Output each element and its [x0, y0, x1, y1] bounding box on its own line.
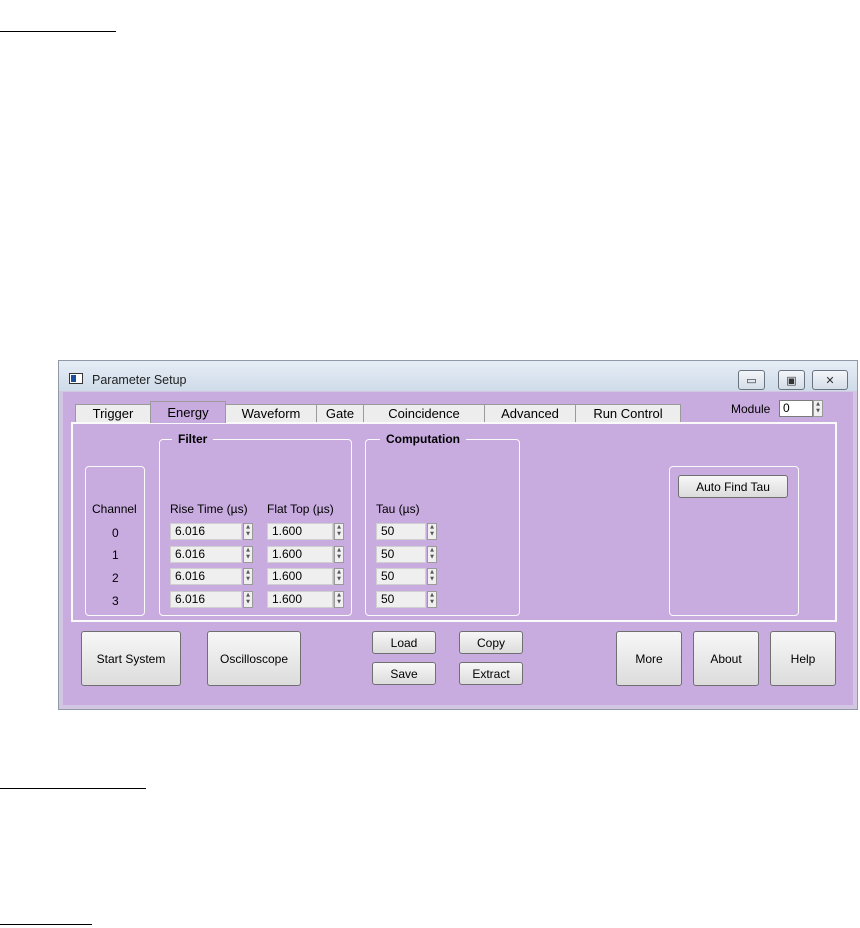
- computation-group: Computation Tau (µs) 50 ▲ ▼ 50 ▲ ▼ 50 ▲ ▼ 5…: [365, 432, 520, 616]
- tab-energy[interactable]: Energy: [150, 401, 226, 423]
- spin-updown-icon[interactable]: ▲ ▼: [243, 568, 253, 585]
- channel-label: 1: [112, 548, 119, 562]
- tab-coincidence[interactable]: Coincidence: [363, 404, 485, 422]
- spin-updown-icon[interactable]: ▲ ▼: [334, 591, 344, 608]
- spin-updown-icon[interactable]: ▲ ▼: [427, 546, 437, 563]
- tab-trigger[interactable]: Trigger: [75, 404, 151, 422]
- module-input[interactable]: 0: [779, 400, 813, 417]
- rise-time-header: Rise Time (µs): [170, 502, 248, 516]
- spin-updown-icon[interactable]: ▲ ▼: [334, 523, 344, 540]
- spin-updown-icon[interactable]: ▲ ▼: [813, 400, 823, 417]
- maximize-icon: ▣: [786, 373, 797, 387]
- tab-gate[interactable]: Gate: [316, 404, 364, 422]
- computation-group-title: Computation: [380, 432, 466, 446]
- tau-header: Tau (µs): [376, 502, 420, 516]
- tau-input[interactable]: 50: [376, 523, 426, 540]
- oscilloscope-button[interactable]: Oscilloscope: [207, 631, 301, 686]
- channel-header: Channel: [92, 502, 137, 516]
- save-button[interactable]: Save: [372, 662, 436, 685]
- rise-time-input[interactable]: 6.016: [170, 523, 242, 540]
- spin-updown-icon[interactable]: ▲ ▼: [334, 568, 344, 585]
- spin-updown-icon[interactable]: ▲ ▼: [243, 546, 253, 563]
- close-icon: ✕: [825, 373, 835, 387]
- flat-top-header: Flat Top (µs): [267, 502, 334, 516]
- tab-run-control[interactable]: Run Control: [575, 404, 681, 422]
- tau-input[interactable]: 50: [376, 591, 426, 608]
- flat-top-input[interactable]: 1.600: [267, 591, 333, 608]
- title-bar[interactable]: Parameter Setup ▭ ▣ ✕: [59, 361, 857, 391]
- extract-button[interactable]: Extract: [459, 662, 523, 685]
- page-underline-bottom: [0, 924, 92, 925]
- tab-waveform[interactable]: Waveform: [225, 404, 317, 422]
- module-label: Module: [731, 402, 771, 416]
- auto-find-tau-group: Auto Find Tau: [669, 466, 799, 616]
- spin-updown-icon[interactable]: ▲ ▼: [427, 568, 437, 585]
- start-system-button[interactable]: Start System: [81, 631, 181, 686]
- tau-input[interactable]: 50: [376, 546, 426, 563]
- filter-group: Filter Rise Time (µs) Flat Top (µs) 6.01…: [159, 432, 352, 616]
- channel-group: Channel 0 1 2 3: [85, 466, 145, 616]
- energy-tab-panel: Channel 0 1 2 3 Filter Rise Time (µs) Fl…: [71, 422, 837, 622]
- auto-find-tau-button[interactable]: Auto Find Tau: [678, 475, 788, 498]
- help-button[interactable]: Help: [770, 631, 836, 686]
- minimize-button[interactable]: ▭: [738, 370, 765, 390]
- rise-time-input[interactable]: 6.016: [170, 591, 242, 608]
- spin-updown-icon[interactable]: ▲ ▼: [334, 546, 344, 563]
- channel-label: 2: [112, 571, 119, 585]
- minimize-icon: ▭: [746, 373, 757, 387]
- spin-updown-icon[interactable]: ▲ ▼: [427, 523, 437, 540]
- parameter-setup-window: Parameter Setup ▭ ▣ ✕ Trigger Energy Wav…: [58, 360, 858, 710]
- rise-time-input[interactable]: 6.016: [170, 546, 242, 563]
- spin-updown-icon[interactable]: ▲ ▼: [243, 591, 253, 608]
- about-button[interactable]: About: [693, 631, 759, 686]
- more-button[interactable]: More: [616, 631, 682, 686]
- window-title: Parameter Setup: [92, 373, 187, 387]
- channel-label: 3: [112, 594, 119, 608]
- window-app-icon: [69, 373, 83, 384]
- load-button[interactable]: Load: [372, 631, 436, 654]
- flat-top-input[interactable]: 1.600: [267, 546, 333, 563]
- maximize-button[interactable]: ▣: [778, 370, 805, 390]
- filter-group-title: Filter: [172, 432, 214, 446]
- tau-input[interactable]: 50: [376, 568, 426, 585]
- spin-updown-icon[interactable]: ▲ ▼: [427, 591, 437, 608]
- tab-advanced[interactable]: Advanced: [484, 404, 576, 422]
- flat-top-input[interactable]: 1.600: [267, 523, 333, 540]
- flat-top-input[interactable]: 1.600: [267, 568, 333, 585]
- channel-label: 0: [112, 526, 119, 540]
- page-underline-middle: [0, 788, 146, 789]
- page-underline-top: [0, 31, 116, 32]
- close-button[interactable]: ✕: [812, 370, 848, 390]
- copy-button[interactable]: Copy: [459, 631, 523, 654]
- spin-updown-icon[interactable]: ▲ ▼: [243, 523, 253, 540]
- rise-time-input[interactable]: 6.016: [170, 568, 242, 585]
- client-area: Trigger Energy Waveform Gate Coincidence…: [63, 392, 853, 705]
